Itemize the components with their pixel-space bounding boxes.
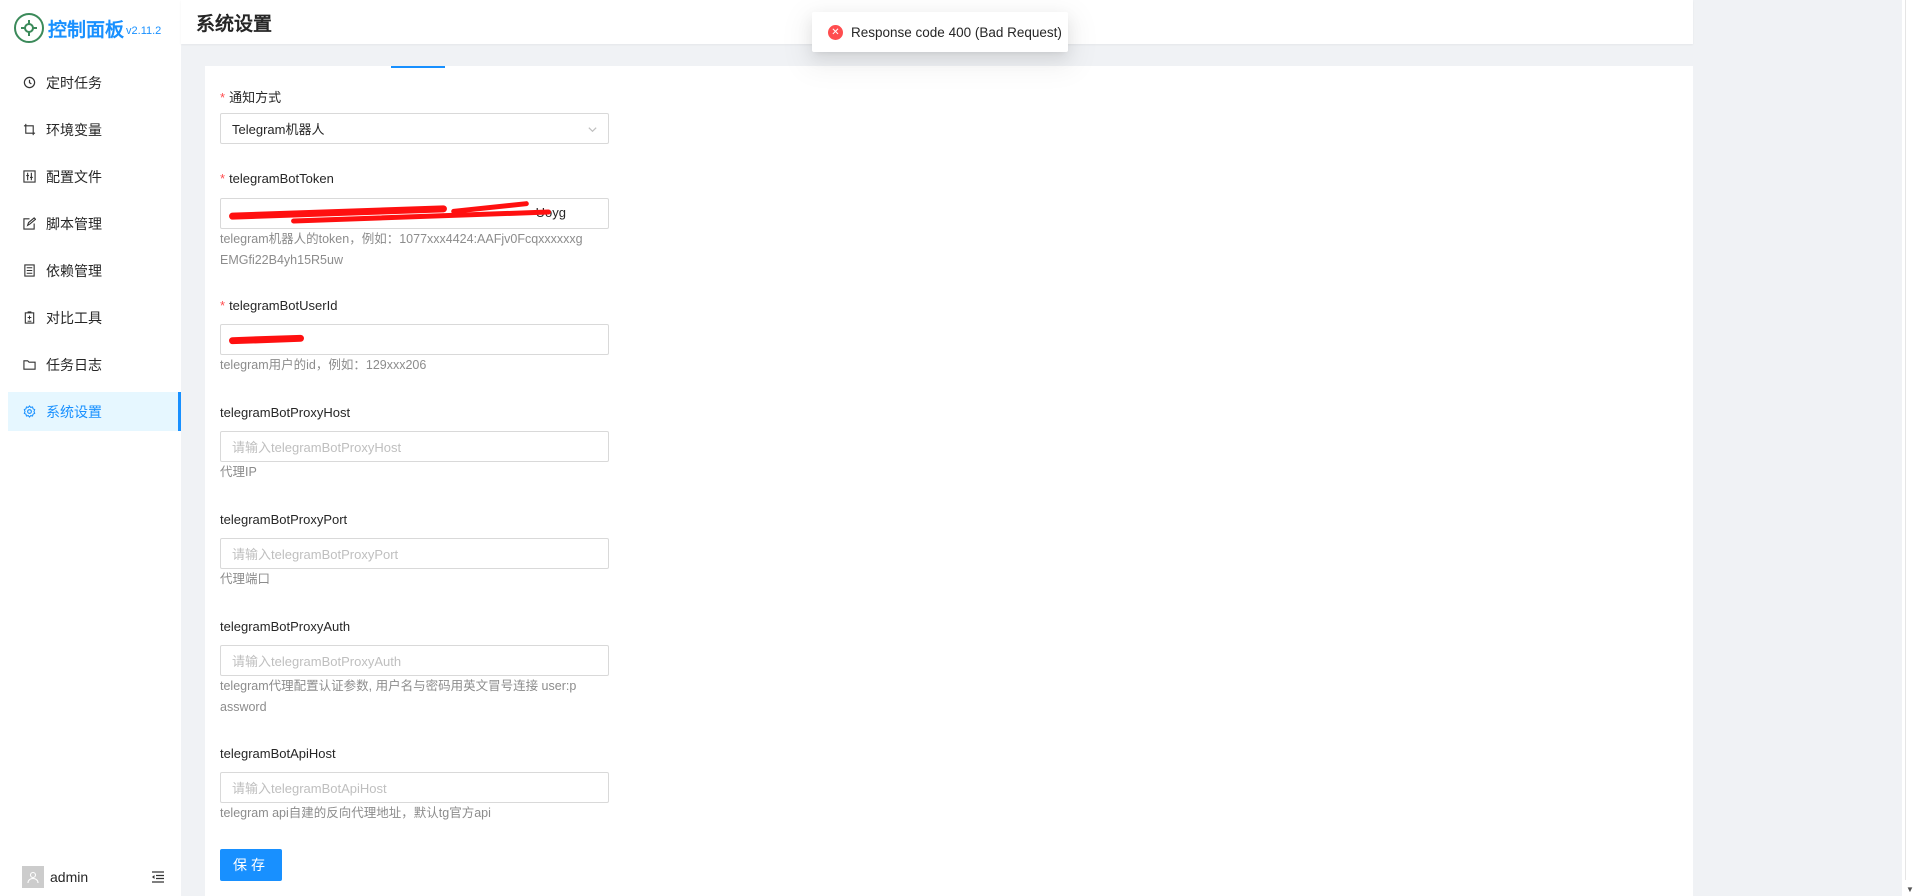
menu-fold-icon[interactable] bbox=[151, 870, 165, 887]
sidebar-item-label: 定时任务 bbox=[46, 74, 102, 91]
sidebar-item-cron[interactable]: 定时任务 bbox=[8, 63, 181, 102]
sidebar-item-label: 配置文件 bbox=[46, 168, 102, 185]
avatar[interactable] bbox=[22, 866, 44, 888]
proxy-port-label: telegramBotProxyPort bbox=[220, 512, 348, 527]
page-title: 系统设置 bbox=[196, 14, 273, 35]
bot-user-id-hint: telegram用户的id，例如：129xxx206 bbox=[220, 358, 427, 372]
sidebar-menu: 定时任务 环境变量 配置文件 脚本管理 依赖管理 对比工具 任务日志 系统设置 bbox=[8, 63, 181, 439]
notify-method-select[interactable]: Telegram机器人 bbox=[220, 113, 609, 144]
sidebar-item-label: 环境变量 bbox=[46, 121, 102, 138]
api-host-input[interactable]: 请输入telegramBotApiHost bbox=[220, 772, 609, 803]
user-bar: admin bbox=[0, 858, 181, 896]
proxy-host-placeholder: 请输入telegramBotProxyHost bbox=[232, 440, 402, 455]
toast-message: Response code 400 (Bad Request) bbox=[851, 24, 1062, 40]
scroll-down-arrow-icon[interactable]: ▼ bbox=[1906, 885, 1914, 894]
app-title: 控制面板 bbox=[48, 19, 125, 41]
proxy-auth-placeholder: 请输入telegramBotProxyAuth bbox=[232, 654, 402, 669]
settings-content: *通知方式 Telegram机器人 *telegramBotToken Uoyg… bbox=[205, 66, 1693, 896]
crop-icon bbox=[22, 123, 36, 137]
proxy-port-hint: 代理端口 bbox=[220, 572, 271, 586]
close-circle-icon: ✕ bbox=[828, 24, 843, 40]
sidebar-item-config[interactable]: 配置文件 bbox=[8, 157, 181, 196]
control-icon bbox=[22, 170, 36, 184]
logo-icon bbox=[14, 13, 44, 43]
required-mark: * bbox=[220, 171, 226, 186]
sidebar-item-label: 系统设置 bbox=[46, 403, 102, 420]
page-scrollbar[interactable]: ▼ bbox=[1902, 0, 1919, 896]
sidebar-item-env[interactable]: 环境变量 bbox=[8, 110, 181, 149]
bot-user-id-label: * telegramBotUserId bbox=[220, 298, 338, 313]
chevron-down-icon bbox=[587, 123, 598, 138]
sidebar-item-scripts[interactable]: 脚本管理 bbox=[8, 204, 181, 243]
active-tab-indicator bbox=[391, 66, 445, 68]
required-mark: * bbox=[220, 298, 226, 313]
form-icon bbox=[22, 217, 36, 231]
api-host-label: telegramBotApiHost bbox=[220, 746, 336, 761]
bot-token-hint: telegram机器人的token，例如：1077xxx4424:AAFjv0F… bbox=[220, 232, 583, 267]
user-icon bbox=[27, 871, 39, 884]
redaction-mark bbox=[228, 334, 305, 345]
proxy-host-input[interactable]: 请输入telegramBotProxyHost bbox=[220, 431, 609, 462]
sidebar-item-label: 任务日志 bbox=[46, 356, 102, 373]
required-mark: * bbox=[220, 90, 226, 105]
proxy-port-input[interactable]: 请输入telegramBotProxyPort bbox=[220, 538, 609, 569]
diff-icon bbox=[22, 311, 36, 325]
sidebar-item-dependencies[interactable]: 依赖管理 bbox=[8, 251, 181, 290]
app-version: v2.11.2 bbox=[126, 25, 162, 37]
sidebar-item-logs[interactable]: 任务日志 bbox=[8, 345, 181, 384]
proxy-auth-input[interactable]: 请输入telegramBotProxyAuth bbox=[220, 645, 609, 676]
logo[interactable]: 控制面板 v2.11.2 bbox=[14, 12, 161, 44]
notify-method-value: Telegram机器人 bbox=[232, 122, 325, 137]
bot-token-label: * telegramBotToken bbox=[220, 171, 334, 186]
sidebar: 控制面板 v2.11.2 定时任务 环境变量 配置文件 脚本管理 依赖管理 对比… bbox=[0, 0, 181, 896]
sidebar-item-label: 对比工具 bbox=[46, 309, 102, 326]
sidebar-item-label: 依赖管理 bbox=[46, 262, 102, 279]
api-host-hint: telegram api自建的反向代理地址，默认tg官方api bbox=[220, 806, 491, 820]
folder-icon bbox=[22, 358, 36, 372]
clock-icon bbox=[22, 76, 36, 90]
error-toast: ✕ Response code 400 (Bad Request) bbox=[812, 12, 1068, 52]
container-icon bbox=[22, 264, 36, 278]
bot-token-input[interactable]: Uoyg bbox=[220, 198, 609, 229]
proxy-host-hint: 代理IP bbox=[220, 465, 257, 479]
notify-method-label: * 通知方式 bbox=[220, 90, 282, 105]
sidebar-item-label: 脚本管理 bbox=[46, 215, 102, 232]
proxy-host-label: telegramBotProxyHost bbox=[220, 405, 351, 420]
scrollbar-thumb[interactable] bbox=[1905, 0, 1917, 880]
api-host-placeholder: 请输入telegramBotApiHost bbox=[232, 781, 387, 796]
sidebar-item-diff[interactable]: 对比工具 bbox=[8, 298, 181, 337]
user-name[interactable]: admin bbox=[50, 869, 88, 885]
bot-user-id-input[interactable] bbox=[220, 324, 609, 355]
proxy-auth-label: telegramBotProxyAuth bbox=[220, 619, 351, 634]
proxy-auth-hint: telegram代理配置认证参数, 用户名与密码用英文冒号连接 user:p a… bbox=[220, 679, 577, 714]
proxy-port-placeholder: 请输入telegramBotProxyPort bbox=[232, 547, 399, 562]
sidebar-item-settings[interactable]: 系统设置 bbox=[8, 392, 181, 431]
setting-icon bbox=[22, 405, 36, 419]
save-button[interactable]: 保存 bbox=[220, 849, 282, 881]
